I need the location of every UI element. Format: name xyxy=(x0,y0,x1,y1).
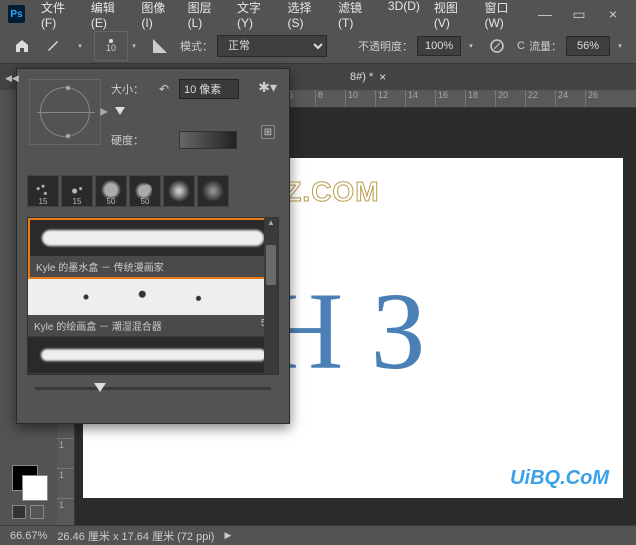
opacity-dropdown[interactable]: ▾ xyxy=(465,34,477,58)
background-color[interactable] xyxy=(22,475,48,501)
ruler-tick: 14 xyxy=(405,90,435,107)
hardness-label: 硬度： xyxy=(111,132,149,148)
ruler-tick: 26 xyxy=(585,90,615,107)
document-tab[interactable]: 8#) * × xyxy=(340,66,396,88)
status-menu-icon[interactable]: ▶ xyxy=(224,530,231,541)
list-scrollbar[interactable]: ▲ xyxy=(264,218,278,374)
blend-mode-select[interactable]: 正常 xyxy=(217,35,327,57)
preset-thumb[interactable] xyxy=(163,175,195,207)
ruler-tick: 1 xyxy=(57,468,74,498)
ruler-tick: 18 xyxy=(465,90,495,107)
new-brush-icon[interactable]: ⊞ xyxy=(261,125,275,139)
menu-file[interactable]: 文件(F) xyxy=(35,0,83,34)
opacity-input[interactable] xyxy=(417,36,461,56)
close-button[interactable]: × xyxy=(598,4,628,24)
pressure-opacity-icon[interactable] xyxy=(485,34,509,58)
brush-dropdown[interactable]: ▾ xyxy=(128,34,140,58)
menu-select[interactable]: 选择(S) xyxy=(281,0,330,34)
brush-size-indicator: 10 xyxy=(106,43,116,53)
brush-name: Kyle 的绘画盒 － 潮湿混合器 xyxy=(34,318,162,333)
brush-name: Kyle 的墨水盒 － 传统漫画家 xyxy=(36,259,164,274)
ruler-tick: 1 xyxy=(57,498,74,528)
brush-list-item[interactable]: Kyle 的墨水盒 － 传统漫画家 xyxy=(28,218,278,279)
ruler-tick: 16 xyxy=(435,90,465,107)
ruler-tick: 22 xyxy=(525,90,555,107)
tool-preset-dropdown[interactable]: ▾ xyxy=(74,34,86,58)
menu-filter[interactable]: 滤镜(T) xyxy=(332,0,380,34)
quickmask-toggle[interactable] xyxy=(12,505,26,519)
brush-size-input[interactable] xyxy=(179,79,239,99)
menu-view[interactable]: 视图(V) xyxy=(428,0,477,34)
main-menu: 文件(F) 编辑(E) 图像(I) 图层(L) 文字(Y) 选择(S) 滤镜(T… xyxy=(35,0,530,34)
brush-list: Kyle 的墨水盒 － 传统漫画家 Kyle 的绘画盒 － 潮湿混合器50 ▲ xyxy=(27,217,279,375)
hardness-preview xyxy=(179,131,237,149)
preset-thumb[interactable]: 15 xyxy=(27,175,59,207)
ruler-tick: 10 xyxy=(345,90,375,107)
tab-title: 8#) * xyxy=(350,71,373,83)
flow-label: 流量： xyxy=(529,38,562,54)
minimize-button[interactable]: — xyxy=(530,4,560,24)
brush-list-item[interactable] xyxy=(28,337,278,374)
opacity-label: 不透明度： xyxy=(358,38,413,54)
flow-letter: C xyxy=(517,40,525,52)
preset-thumb[interactable]: 50 xyxy=(129,175,161,207)
flow-input[interactable] xyxy=(566,36,610,56)
zoom-level[interactable]: 66.67% xyxy=(10,530,47,542)
brush-settings-panel: ◀◀ ✱▾ ⊞ ▶ 大小： ↶ 硬度： 15 xyxy=(16,68,290,424)
preview-size-slider[interactable] xyxy=(17,381,289,400)
brush-panel-toggle-icon[interactable] xyxy=(148,34,172,58)
menu-type[interactable]: 文字(Y) xyxy=(231,0,280,34)
preset-thumb[interactable]: 50 xyxy=(95,175,127,207)
menu-image[interactable]: 图像(I) xyxy=(135,0,179,34)
flow-dropdown[interactable]: ▾ xyxy=(614,34,626,58)
maximize-button[interactable]: ▭ xyxy=(564,4,594,24)
brush-preview[interactable]: 10 xyxy=(94,31,128,61)
menu-window[interactable]: 窗口(W) xyxy=(478,0,530,34)
brush-tool-icon[interactable] xyxy=(42,34,66,58)
titlebar: Ps 文件(F) 编辑(E) 图像(I) 图层(L) 文字(Y) 选择(S) 滤… xyxy=(0,0,636,28)
tab-close-icon[interactable]: × xyxy=(379,70,386,84)
gear-icon[interactable]: ✱▾ xyxy=(258,79,277,96)
size-label: 大小： xyxy=(111,81,149,97)
reset-icon[interactable]: ↶ xyxy=(155,81,173,97)
preset-thumb[interactable]: 15 xyxy=(61,175,93,207)
brush-angle-control[interactable]: ▶ xyxy=(29,79,101,145)
ruler-tick: 8 xyxy=(315,90,345,107)
window-controls: — ▭ × xyxy=(530,4,628,24)
brush-presets-row: 15 15 50 50 xyxy=(17,171,289,211)
home-icon[interactable] xyxy=(10,34,34,58)
ruler-tick: 20 xyxy=(495,90,525,107)
ruler-tick: 1 xyxy=(57,438,74,468)
status-bar: 66.67% 26.46 厘米 x 17.64 厘米 (72 ppi) ▶ xyxy=(0,525,636,545)
menu-layer[interactable]: 图层(L) xyxy=(182,0,229,34)
watermark-corner: UiBQ.CoM xyxy=(510,467,609,490)
preset-thumb[interactable] xyxy=(197,175,229,207)
scrollbar-thumb[interactable] xyxy=(266,245,276,285)
mode-label: 模式： xyxy=(180,38,213,54)
ruler-tick: 12 xyxy=(375,90,405,107)
menu-3d[interactable]: 3D(D) xyxy=(382,0,426,34)
menu-edit[interactable]: 编辑(E) xyxy=(85,0,134,34)
size-slider[interactable] xyxy=(111,107,277,123)
document-dimensions: 26.46 厘米 x 17.64 厘米 (72 ppi) xyxy=(57,528,214,544)
screenmode-toggle[interactable] xyxy=(30,505,44,519)
app-logo: Ps xyxy=(8,5,25,23)
brush-list-item[interactable]: Kyle 的绘画盒 － 潮湿混合器50 xyxy=(28,279,278,337)
collapse-icon[interactable]: ◀◀ xyxy=(5,73,19,84)
ruler-tick: 24 xyxy=(555,90,585,107)
